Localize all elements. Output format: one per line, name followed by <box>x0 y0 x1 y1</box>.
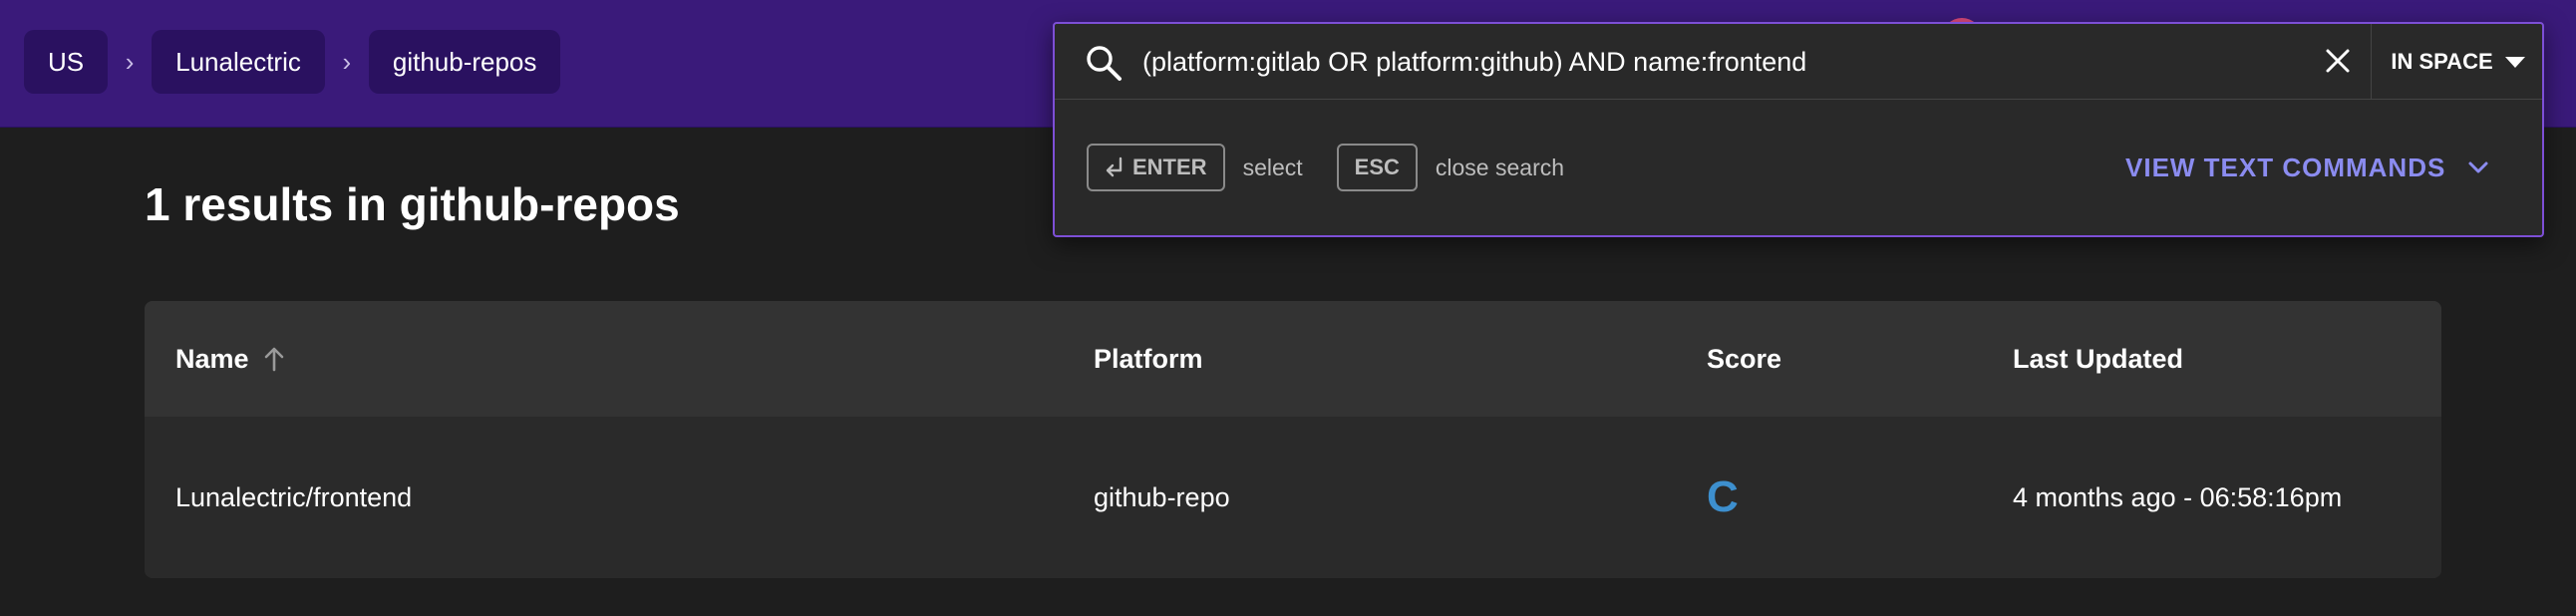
breadcrumb-item-lunalectric[interactable]: Lunalectric <box>152 30 325 94</box>
search-scope-dropdown[interactable]: IN SPACE <box>2371 24 2544 100</box>
keyboard-hints: ENTER select ESC close search <box>1087 144 1564 191</box>
cell-platform: github-repo <box>1094 481 1230 512</box>
column-header-last-updated[interactable]: Last Updated <box>2013 301 2183 417</box>
esc-key-hint: ESC <box>1336 144 1418 191</box>
enter-key-hint: ENTER <box>1087 144 1225 191</box>
search-icon <box>1087 46 1122 81</box>
breadcrumb-separator: › <box>125 46 135 77</box>
column-header-label: Name <box>175 343 249 374</box>
search-scope-label: IN SPACE <box>2391 49 2493 74</box>
results-heading: 1 results in github-repos <box>145 178 680 230</box>
view-text-commands-label: VIEW TEXT COMMANDS <box>2125 152 2446 182</box>
view-text-commands-button[interactable]: VIEW TEXT COMMANDS <box>2125 142 2489 193</box>
search-input[interactable] <box>1142 38 2339 86</box>
breadcrumb-item-us[interactable]: US <box>24 30 109 94</box>
results-table: Name Platform Score Last Updated Lunalec… <box>145 301 2441 578</box>
enter-key-label: ENTER <box>1132 154 1207 179</box>
sort-ascending-icon <box>264 347 283 372</box>
close-icon <box>2326 49 2350 73</box>
score-badge: C <box>1707 472 1739 521</box>
column-header-score[interactable]: Score <box>1707 301 1781 417</box>
esc-key-label: ESC <box>1354 154 1400 179</box>
column-header-name[interactable]: Name <box>175 301 285 417</box>
esc-hint-text: close search <box>1435 154 1565 180</box>
enter-hint-text: select <box>1242 154 1303 180</box>
enter-key-icon <box>1106 156 1123 177</box>
chevron-down-icon <box>2468 161 2488 173</box>
clear-search-button[interactable] <box>2313 36 2363 86</box>
table-header: Name Platform Score Last Updated <box>145 301 2441 417</box>
cell-last-updated: 4 months ago - 06:58:16pm <box>2013 481 2343 512</box>
cell-name[interactable]: Lunalectric/frontend <box>175 417 412 578</box>
cell-score: C <box>1707 417 1739 578</box>
table-row[interactable]: Lunalectric/frontend github-repo C 4 mon… <box>145 417 2441 578</box>
breadcrumb-separator: › <box>342 46 352 77</box>
search-bar: IN SPACE <box>1055 24 2542 100</box>
breadcrumb-item-github-repos[interactable]: github-repos <box>368 30 561 94</box>
column-header-platform[interactable]: Platform <box>1094 301 1203 417</box>
breadcrumb: US › Lunalectric › github-repos <box>24 30 561 94</box>
caret-down-icon <box>2504 56 2525 68</box>
search-panel: IN SPACE ENTER select ESC close search V… <box>1053 22 2544 237</box>
